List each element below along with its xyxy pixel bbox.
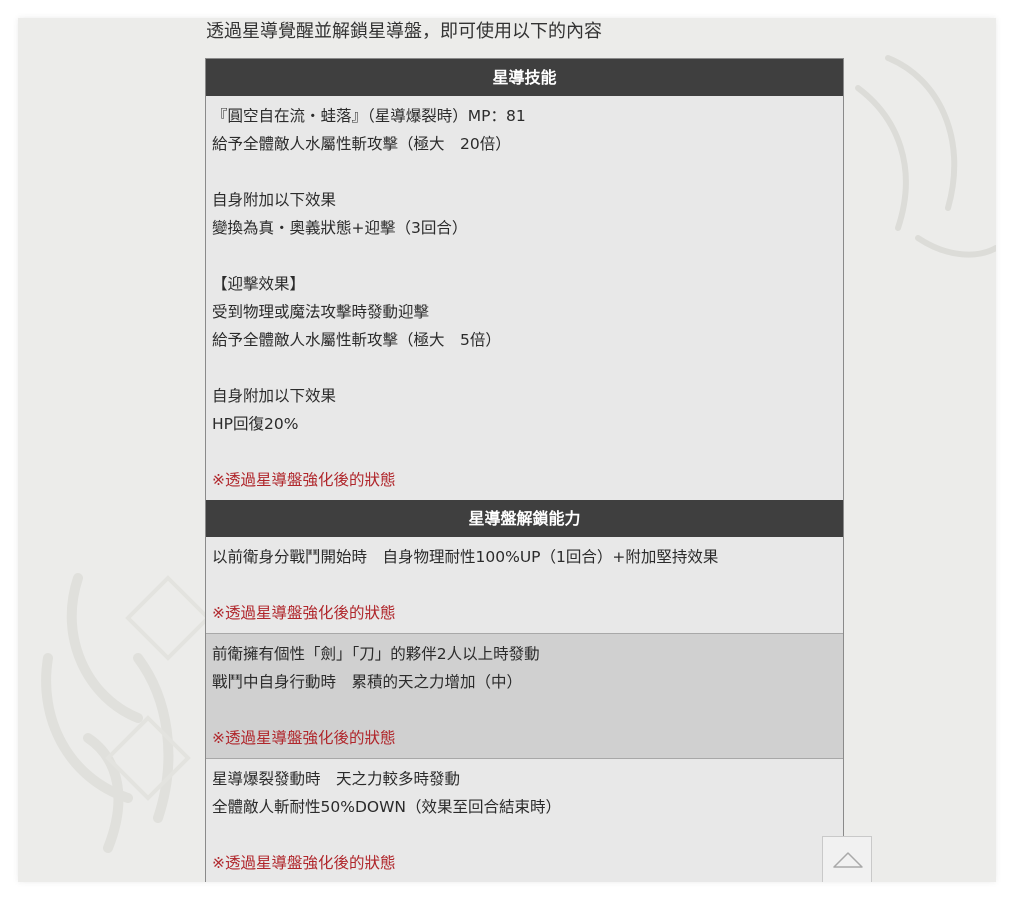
skill-line: 『圓空自在流・蛙落』（星導爆裂時）MP：81 — [212, 107, 526, 125]
skill-line — [212, 438, 837, 466]
skill-line: 變換為真・奧義狀態+迎擊（3回合） — [212, 219, 468, 237]
back-to-top-button[interactable] — [822, 836, 872, 882]
ability-line — [212, 696, 837, 724]
skill-line: 【迎擊效果】 — [212, 275, 306, 293]
ability-line: 全體敵人斬耐性50%DOWN（效果至回合結束時） — [212, 798, 562, 816]
enhanced-note: ※透過星導盤強化後的狀態 — [212, 854, 396, 872]
enhanced-note: ※透過星導盤強化後的狀態 — [212, 471, 396, 489]
skill-line — [212, 354, 837, 382]
skill-header: 星導技能 — [206, 59, 843, 96]
abilities-header: 星導盤解鎖能力 — [206, 500, 843, 537]
skill-line: 給予全體敵人水屬性斬攻擊（極大 20倍） — [212, 135, 511, 153]
skill-line: HP回復20% — [212, 415, 299, 433]
skill-line — [212, 242, 837, 270]
ability-line: 戰鬥中自身行動時 累積的天之力增加（中） — [212, 673, 523, 691]
star-guide-table: 星導技能 『圓空自在流・蛙落』（星導爆裂時）MP：81 給予全體敵人水屬性斬攻擊（… — [205, 58, 844, 882]
ability-row: 以前衛身分戰鬥開始時 自身物理耐性100%UP（1回合）+附加堅持效果 ※透過星導… — [206, 537, 843, 633]
triangle-up-icon — [833, 852, 863, 868]
skill-line: 受到物理或魔法攻擊時發動迎擊 — [212, 303, 430, 321]
intro-text: 透過星導覺醒並解鎖星導盤，即可使用以下的內容 — [206, 21, 602, 42]
page-background: 透過星導覺醒並解鎖星導盤，即可使用以下的內容 星導技能 『圓空自在流・蛙落』（星… — [18, 18, 996, 882]
enhanced-note: ※透過星導盤強化後的狀態 — [212, 604, 396, 622]
skill-line: 自身附加以下效果 — [212, 191, 337, 209]
skill-line: 自身附加以下效果 — [212, 387, 337, 405]
skill-line: 給予全體敵人水屬性斬攻擊（極大 5倍） — [212, 331, 501, 349]
ability-line — [212, 821, 837, 849]
enhanced-note: ※透過星導盤強化後的狀態 — [212, 729, 396, 747]
ability-line — [212, 571, 837, 599]
ability-line: 星導爆裂發動時 天之力較多時發動 — [212, 770, 461, 788]
ability-rows: 以前衛身分戰鬥開始時 自身物理耐性100%UP（1回合）+附加堅持效果 ※透過星導… — [206, 537, 843, 882]
ability-line: 以前衛身分戰鬥開始時 自身物理耐性100%UP（1回合）+附加堅持效果 — [212, 548, 719, 566]
ability-row: 星導爆裂發動時 天之力較多時發動全體敵人斬耐性50%DOWN（效果至回合結束時）… — [206, 758, 843, 882]
skill-cell: 『圓空自在流・蛙落』（星導爆裂時）MP：81 給予全體敵人水屬性斬攻擊（極大 20… — [206, 96, 843, 500]
ability-row: 前衛擁有個性「劍」「刀」的夥伴2人以上時發動 戰鬥中自身行動時 累積的天之力增加（… — [206, 633, 843, 758]
ability-line: 前衛擁有個性「劍」「刀」的夥伴2人以上時發動 — [212, 645, 540, 663]
skill-line — [212, 158, 837, 186]
